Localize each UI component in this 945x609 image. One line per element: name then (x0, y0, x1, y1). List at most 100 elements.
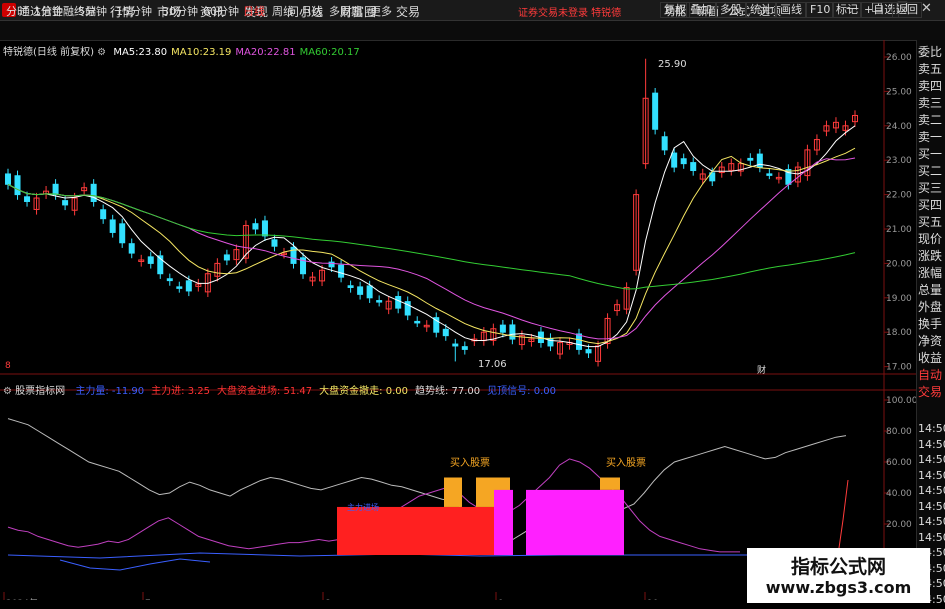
mark-button[interactable]: 标记 (832, 2, 862, 18)
quote-panel-item-14: 总量 (918, 283, 943, 297)
candle-body (109, 219, 116, 233)
quote-panel-item-2: 卖四 (918, 79, 943, 93)
period-month[interactable]: 月线 (301, 3, 323, 19)
candle-body (338, 264, 345, 278)
candle-body (147, 256, 154, 264)
inflow-bar-red (337, 506, 495, 555)
candle-body (223, 254, 230, 261)
back-button[interactable]: 返回 (892, 2, 922, 18)
candle-body (766, 173, 773, 176)
indicator-name[interactable]: 股票指标网 (15, 386, 65, 397)
period-1min[interactable]: 1分钟 (34, 3, 63, 19)
candle-body (90, 183, 97, 202)
candle-body (376, 300, 383, 303)
indicator-readout-5: 见顶信号: 0.00 (487, 386, 556, 397)
candle-body (414, 320, 421, 324)
ma20-line (7, 157, 856, 340)
date-tick-label: 9 (498, 599, 504, 600)
price-tick-label: 21.00 (886, 225, 912, 235)
quote-panel-item-6: 买一 (918, 147, 943, 161)
period-toolbar (0, 21, 945, 41)
candle-body (14, 175, 21, 196)
close-icon[interactable]: ✕ (921, 1, 932, 16)
period-multi[interactable]: 多周期 (329, 3, 362, 19)
ma10-line (7, 147, 856, 345)
low-price-label: 17.06 (478, 359, 507, 370)
candle-body (128, 243, 135, 254)
statistics-button[interactable]: 统计 (746, 2, 776, 18)
candle-body (62, 200, 69, 206)
overlay-button[interactable]: 叠加 (686, 2, 716, 18)
date-tick-label: 2024年 (6, 597, 38, 600)
candle-body (52, 183, 59, 196)
quote-panel-item-9: 买四 (918, 198, 943, 212)
quote-panel-item-19[interactable]: 自动 (918, 367, 942, 383)
quote-panel-item-3: 卖三 (918, 96, 943, 110)
trade-time-4: 14:50 (918, 484, 945, 497)
inflow-bar-magenta-2 (526, 489, 624, 555)
period-15min[interactable]: 15分钟 (116, 3, 152, 19)
candle-body (100, 209, 107, 220)
ma5-line (7, 125, 856, 348)
buy-signal-label-2: 买入股票 (606, 457, 646, 469)
indicator-readout-4: 趋势线: 77.00 (414, 386, 481, 397)
trade-time-0: 14:50 (918, 422, 945, 435)
indicator-tick-label: 80.00 (886, 427, 912, 437)
quote-panel-item-7: 买二 (918, 164, 943, 178)
candle-body (576, 333, 583, 350)
candle-body (176, 286, 183, 289)
indicator-info-line: ⚙ 股票指标网 主力量: -11.90 主力进: 3.25 大盘资金进场: 51.4… (3, 382, 556, 397)
candle-body (585, 349, 592, 354)
watermark-logo: 指标公式网 www.zbgs3.com (747, 548, 930, 603)
indicator-readout-3: 大盘资金撤走: 0.00 (319, 386, 408, 397)
candle-body (652, 92, 659, 130)
quote-panel-item-20[interactable]: 交易 (918, 384, 942, 400)
candle-body (509, 324, 516, 340)
candle-body (442, 328, 449, 337)
inflow-rise-line (837, 479, 849, 556)
candle-body (271, 239, 278, 247)
candle-body (395, 295, 402, 309)
price-tick-label: 18.00 (886, 328, 912, 338)
period-60min[interactable]: 60分钟 (203, 3, 239, 19)
f10-button[interactable]: F10 (806, 2, 835, 18)
login-status: 证券交易未登录 特锐德 (518, 8, 622, 19)
indicator-readout-2: 大盘资金进场: 51.47 (216, 386, 313, 397)
period-more[interactable]: 更多 (370, 3, 392, 19)
candle-body (166, 278, 173, 282)
candle-body (661, 136, 668, 151)
indicator-tick-label: 60.00 (886, 458, 912, 468)
indicator-tick-label: 100.00 (886, 396, 916, 406)
period-5min[interactable]: 5分钟 (78, 3, 107, 19)
candle-body (461, 346, 468, 350)
period-week[interactable]: 周线 (272, 3, 294, 19)
candle-body (119, 223, 126, 244)
trade-time-7: 14:50 (918, 530, 945, 544)
trade-time-5: 14:50 (918, 499, 945, 513)
watermark-title: 指标公式网 (790, 556, 886, 578)
quote-panel-item-5: 卖一 (918, 130, 943, 144)
quote-panel-item-0: 委比 (918, 45, 943, 59)
marker-finance[interactable]: 财 (757, 364, 766, 376)
multi-stock-button[interactable]: 多股 (716, 2, 746, 18)
indicator-tick-label: 20.00 (886, 520, 912, 530)
date-tick-label: 7 (145, 599, 151, 600)
candle-body (366, 285, 373, 299)
price-tick-label: 17.00 (886, 363, 912, 373)
quote-panel-item-18: 收益 (918, 351, 943, 365)
trade-time-1: 14:50 (918, 437, 945, 451)
settings-icon[interactable]: ⚙ (3, 386, 12, 397)
candle-body (5, 173, 11, 185)
period-day[interactable]: 日线 (243, 3, 265, 19)
period-30min[interactable]: 30分钟 (162, 3, 198, 19)
price-tick-label: 19.00 (886, 294, 912, 304)
period-tick[interactable]: 分时 (6, 3, 28, 19)
main-force-dip (59, 558, 211, 571)
draw-line-button[interactable]: 画线 (776, 2, 806, 18)
menu-trade[interactable]: 交易 (396, 3, 420, 20)
trade-time-6: 14:50 (918, 515, 945, 528)
candle-body (357, 286, 364, 295)
candle-body (499, 324, 506, 333)
candle-body (680, 158, 687, 165)
date-tick-label: 8 (325, 599, 331, 600)
